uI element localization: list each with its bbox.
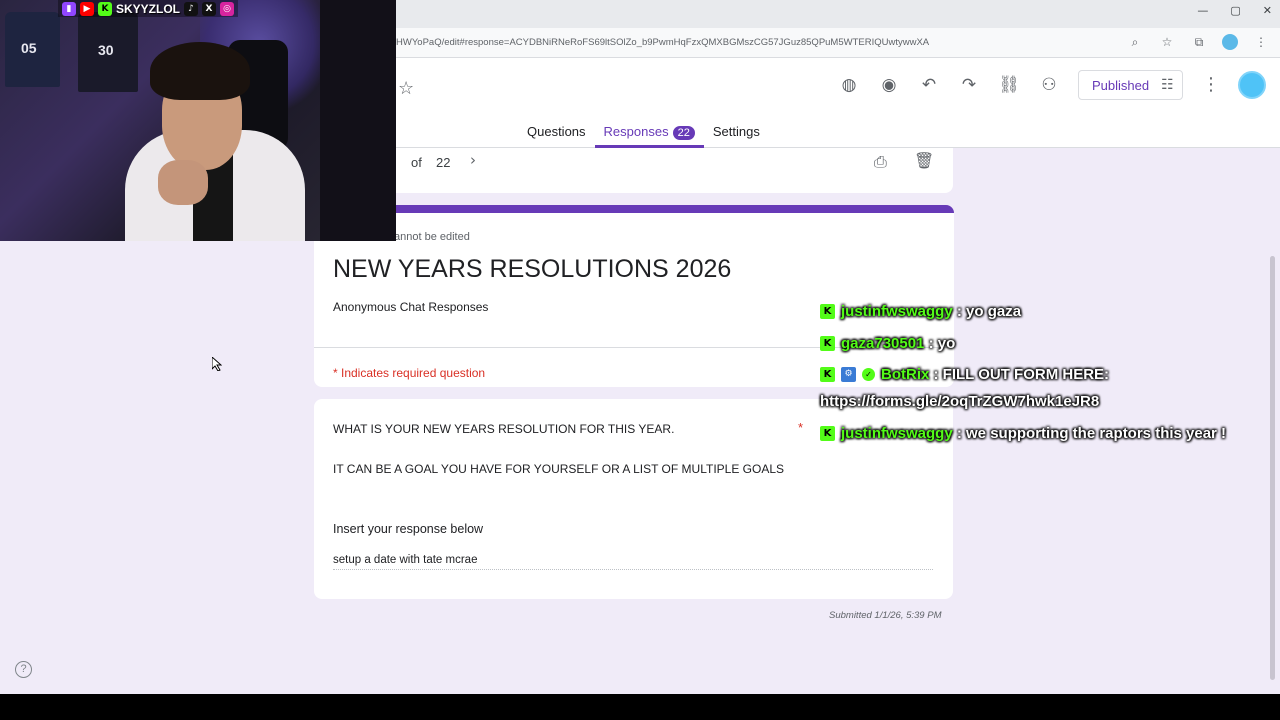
question-subtext: IT CAN BE A GOAL YOU HAVE FOR YOURSELF O… <box>333 462 785 476</box>
streamer-hand <box>158 160 208 205</box>
jersey-number: 05 <box>21 40 37 56</box>
chevron-right-icon[interactable]: › <box>470 151 476 169</box>
jersey: 05 <box>5 12 60 87</box>
chat-link-text: https://forms.gle/2oqTrZGW7hwk1eJR8 <box>820 393 1100 410</box>
question-instruction: Insert your response below <box>333 522 484 536</box>
bot-badge-icon: ⚙ <box>841 367 856 382</box>
chat-username: justinfwswaggy <box>841 425 953 442</box>
profile-icon[interactable] <box>1222 34 1238 50</box>
chat-text: : yo gaza <box>952 303 1022 320</box>
submitted-timestamp: Submitted 1/1/26, 5:39 PM <box>829 610 942 621</box>
youtube-icon: ▶ <box>80 1 94 16</box>
nav-total: 22 <box>436 155 451 170</box>
chat-username: justinfwswaggy <box>841 303 953 320</box>
scrollbar[interactable] <box>1270 256 1275 680</box>
chat-text: : we supporting the raptors this year ! <box>952 425 1227 442</box>
url-field[interactable]: HWYoPaQ/edit#response=ACYDBNiRNeRoFS69lt… <box>396 37 929 48</box>
bookmark-star-icon[interactable]: ☆ <box>1158 35 1176 49</box>
bottom-bar <box>0 694 1280 720</box>
form-title-card: annot be edited NEW YEARS RESOLUTIONS 20… <box>314 205 954 387</box>
x-icon: X <box>202 1 217 16</box>
kick-badge-icon: K <box>820 367 835 382</box>
tiktok-icon: ♪ <box>184 1 199 16</box>
webcam-overlay: 05 30 ▮ ▶ K SKYYZLOL ♪ X ◎ <box>0 0 396 241</box>
streamer-hair <box>150 42 250 100</box>
restore-icon[interactable]: ▢ <box>1230 4 1240 17</box>
palette-icon[interactable]: ◍ <box>838 72 860 98</box>
chat-username: BotRix <box>881 366 930 383</box>
chat-text: : yo <box>924 335 956 352</box>
star-icon[interactable]: ☆ <box>398 78 414 99</box>
kick-badge-icon: K <box>820 426 835 441</box>
form-title: NEW YEARS RESOLUTIONS 2026 <box>333 255 732 283</box>
redo-icon[interactable]: ↷ <box>958 72 980 98</box>
responses-count-badge: 22 <box>672 126 695 140</box>
tab-settings[interactable]: Settings <box>704 122 769 148</box>
published-label: Published <box>1092 77 1150 93</box>
chat-message: K justinfwswaggy : yo gaza <box>820 303 1021 320</box>
jersey-number: 30 <box>98 42 114 58</box>
extensions-icon[interactable]: ⧉ <box>1190 35 1208 50</box>
social-bar: ▮ ▶ K SKYYZLOL ♪ X ◎ <box>58 0 239 17</box>
twitch-icon: ▮ <box>62 1 76 16</box>
kick-badge-icon: K <box>820 336 835 351</box>
chat-message: K justinfwswaggy : we supporting the rap… <box>820 425 1226 442</box>
help-icon[interactable]: ? <box>15 661 32 678</box>
tab-questions[interactable]: Questions <box>518 122 595 148</box>
streamer-handle: SKYYZLOL <box>116 1 181 16</box>
instagram-icon: ◎ <box>220 1 235 16</box>
delete-icon[interactable]: 🗑 <box>914 151 934 170</box>
link-icon[interactable]: ⛓ <box>998 72 1020 98</box>
published-button[interactable]: Published ☷ <box>1078 70 1183 100</box>
response-navigation: of 22 › ⎙ 🗑 <box>314 148 953 193</box>
chat-message: K ⚙ ✓ BotRix : FILL OUT FORM HERE: <box>820 366 1109 383</box>
address-bar-icons: ⌕ ☆ ⧉ ⋮ <box>1126 34 1270 50</box>
tab-responses[interactable]: Responses 22 <box>594 122 704 148</box>
tab-responses-label: Responses <box>603 124 669 139</box>
edit-note: annot be edited <box>394 231 470 243</box>
required-asterisk: * <box>798 420 804 435</box>
more-options-icon[interactable]: ⋮ <box>1202 74 1220 95</box>
form-description: Anonymous Chat Responses <box>333 300 489 314</box>
form-toolbar: ◍ ◉ ↶ ↷ ⛓ ⚇ <box>838 72 1060 98</box>
print-icon[interactable]: ⎙ <box>874 152 887 172</box>
background-dark <box>320 0 396 241</box>
avatar[interactable] <box>1238 71 1266 99</box>
chat-message-continuation: https://forms.gle/2oqTrZGW7hwk1eJR8 <box>820 393 1099 410</box>
chat-username: gaza730501 <box>841 335 925 352</box>
nav-of-label: of <box>411 155 422 170</box>
zoom-icon[interactable]: ⌕ <box>1126 35 1144 50</box>
form-tabs: Questions Responses 22 Settings <box>518 122 769 148</box>
verified-badge-icon: ✓ <box>862 368 875 381</box>
response-answer: setup a date with tate mcrae <box>333 554 933 570</box>
question-text: WHAT IS YOUR NEW YEARS RESOLUTION FOR TH… <box>333 422 675 436</box>
mouse-cursor-icon <box>212 357 222 371</box>
kick-badge-icon: K <box>820 304 835 319</box>
tune-icon: ☷ <box>1161 77 1174 93</box>
add-collaborator-icon[interactable]: ⚇ <box>1038 72 1060 98</box>
chat-text: : FILL OUT FORM HERE: <box>929 366 1110 383</box>
preview-eye-icon[interactable]: ◉ <box>878 72 900 98</box>
chat-message: K gaza730501 : yo <box>820 335 955 352</box>
kick-icon: K <box>98 1 112 16</box>
minimize-icon[interactable]: — <box>1197 4 1208 17</box>
window-controls: — ▢ ✕ <box>1197 4 1272 17</box>
jersey: 30 <box>78 12 138 92</box>
more-icon[interactable]: ⋮ <box>1252 35 1270 49</box>
undo-icon[interactable]: ↶ <box>918 72 940 98</box>
close-icon[interactable]: ✕ <box>1263 4 1272 17</box>
required-note: * Indicates required question <box>333 366 486 380</box>
